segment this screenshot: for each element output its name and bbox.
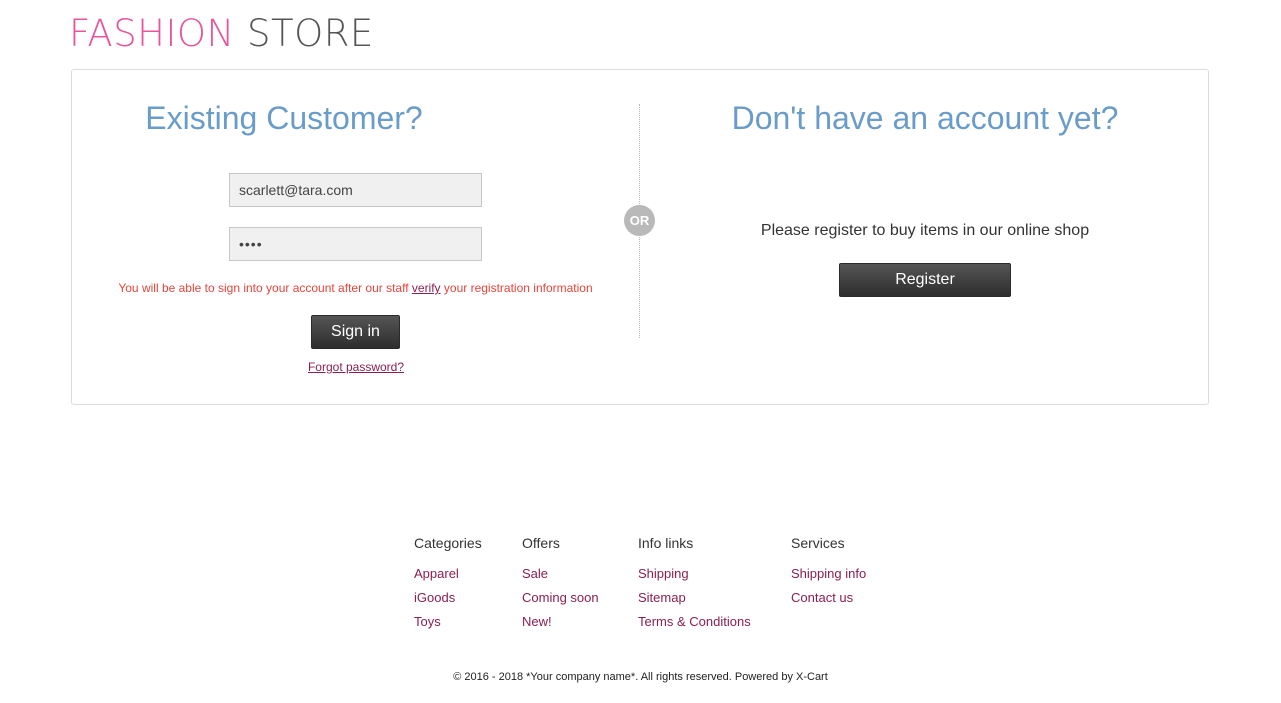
footer-link-toys[interactable]: Toys — [414, 613, 482, 637]
copyright-text: © 2016 - 2018 *Your company name*. All r… — [453, 671, 828, 683]
footer-column-title: Categories — [414, 535, 482, 551]
footer-column-services: Services Shipping info Contact us — [791, 535, 866, 613]
footer-link-new[interactable]: New! — [522, 613, 599, 637]
footer-link-coming-soon[interactable]: Coming soon — [522, 589, 599, 613]
register-button[interactable]: Register — [839, 263, 1011, 297]
footer-link-shipping[interactable]: Shipping — [638, 565, 751, 589]
sign-in-button[interactable]: Sign in — [311, 315, 400, 349]
notice-text-after: your registration information — [443, 281, 593, 295]
verify-link[interactable]: verify — [412, 281, 441, 295]
footer-column-title: Services — [791, 535, 845, 551]
notice-text-before: You will be able to sign into your accou… — [118, 281, 409, 295]
footer-link-sitemap[interactable]: Sitemap — [638, 589, 751, 613]
footer-link-terms[interactable]: Terms & Conditions — [638, 613, 751, 637]
footer-link-contact-us[interactable]: Contact us — [791, 589, 866, 613]
footer-link-sale[interactable]: Sale — [522, 565, 599, 589]
password-field[interactable] — [229, 227, 482, 261]
register-heading: Don't have an account yet? — [731, 100, 1119, 136]
footer-column-offers: Offers Sale Coming soon New! — [522, 535, 599, 637]
footer-column-title: Info links — [638, 535, 694, 551]
footer-column-title: Offers — [522, 535, 560, 551]
forgot-password-link[interactable]: Forgot password? — [256, 360, 456, 374]
email-field[interactable] — [229, 173, 482, 207]
footer-column-info-links: Info links Shipping Sitemap Terms & Cond… — [638, 535, 751, 637]
footer-link-shipping-info[interactable]: Shipping info — [791, 565, 866, 589]
footer-column-categories: Categories Apparel iGoods Toys — [414, 535, 482, 637]
login-heading: Existing Customer? — [145, 100, 423, 136]
logo-part-fashion: FASHION — [69, 12, 235, 55]
register-prompt: Please register to buy items in our onli… — [760, 222, 1090, 239]
logo-part-store: STORE — [246, 12, 374, 55]
verification-notice: You will be able to sign into your accou… — [0, 281, 711, 295]
footer-link-apparel[interactable]: Apparel — [414, 565, 482, 589]
footer-link-igoods[interactable]: iGoods — [414, 589, 482, 613]
store-logo[interactable]: FASHION STORE — [69, 12, 374, 56]
